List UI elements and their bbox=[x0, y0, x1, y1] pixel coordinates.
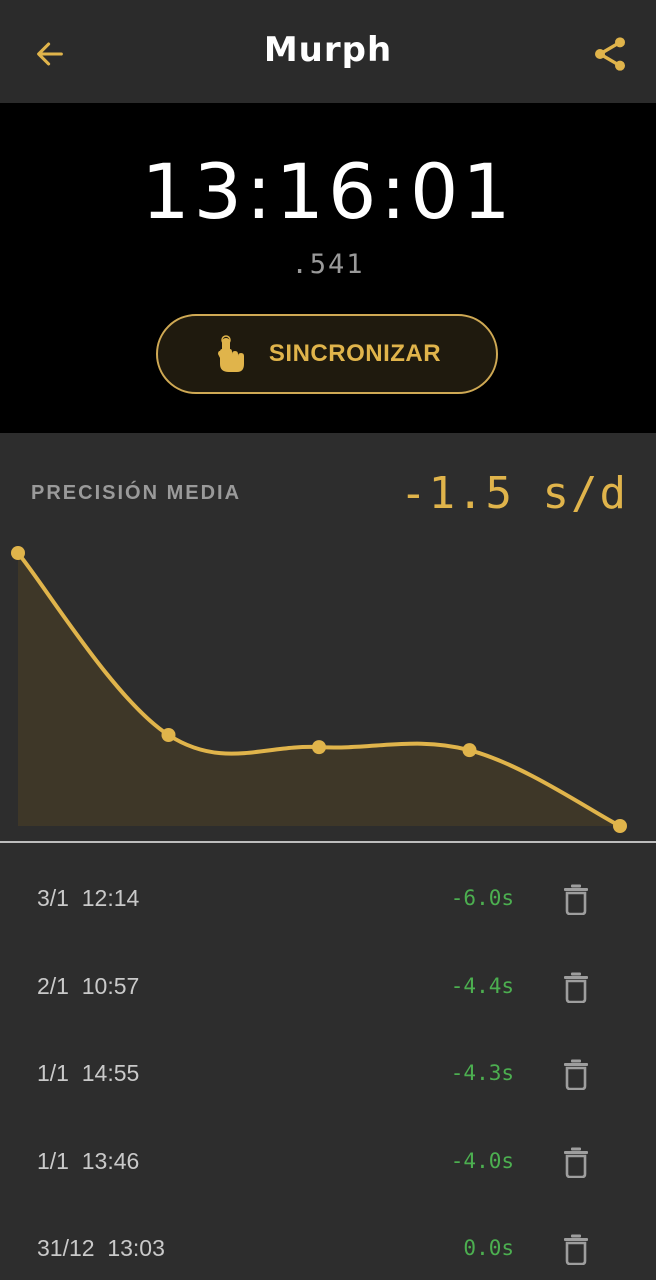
trash-icon bbox=[564, 1059, 588, 1090]
entry-delta: 0.0s bbox=[463, 1236, 514, 1260]
precision-chart bbox=[11, 546, 627, 833]
sync-button[interactable]: SINCRONIZAR bbox=[156, 314, 498, 394]
page-title: Murph bbox=[263, 30, 393, 70]
entry-date: 2/1 10:57 bbox=[37, 972, 140, 999]
trash-icon bbox=[564, 972, 588, 1003]
entry-delta: -4.4s bbox=[450, 973, 514, 998]
entry-date: 1/1 13:46 bbox=[37, 1147, 140, 1174]
entry-delta: -4.0s bbox=[450, 1148, 514, 1173]
entry-date: 31/12 13:03 bbox=[37, 1235, 165, 1261]
divider bbox=[0, 841, 656, 843]
chart-area bbox=[18, 553, 620, 826]
sync-button-label: SINCRONIZAR bbox=[268, 340, 442, 367]
entry-date: 1/1 14:55 bbox=[37, 1060, 140, 1086]
chart-point-3 bbox=[462, 743, 477, 758]
trash-icon bbox=[564, 1147, 588, 1178]
entry-delta: -4.3s bbox=[450, 1061, 514, 1085]
precision-value: -1.5 s/d bbox=[400, 468, 628, 519]
chart-point-4 bbox=[613, 819, 627, 833]
chart-point-0 bbox=[11, 546, 25, 560]
share-button[interactable] bbox=[586, 30, 634, 78]
list-item: 3/1 12:14 -6.0s bbox=[0, 855, 656, 943]
delete-button[interactable] bbox=[562, 1058, 590, 1090]
clock-panel: 13:16:01 .541 SINCRONIZAR bbox=[0, 103, 656, 433]
list-item: 31/12 13:03 0.0s bbox=[0, 1205, 656, 1280]
share-icon bbox=[595, 37, 625, 71]
trash-icon bbox=[564, 884, 588, 915]
delete-button[interactable] bbox=[562, 1146, 590, 1178]
delete-button[interactable] bbox=[562, 971, 590, 1003]
hand-pointer-icon bbox=[217, 335, 244, 372]
trash-icon bbox=[564, 1234, 588, 1265]
app-root: Murph 13:16:01 .541 SINCRONIZAR PRECISIÓ… bbox=[0, 0, 656, 1280]
app-bar: Murph bbox=[0, 0, 656, 103]
list-item: 1/1 13:46 -4.0s bbox=[0, 1118, 656, 1206]
delete-button[interactable] bbox=[562, 1233, 590, 1265]
list-item: 2/1 10:57 -4.4s bbox=[0, 943, 656, 1031]
clock-time: 13:16:01 bbox=[141, 147, 515, 236]
list-item: 1/1 14:55 -4.3s bbox=[0, 1030, 656, 1118]
chart-point-2 bbox=[312, 740, 326, 755]
entries-list: 3/1 12:14 -6.0s 2/1 10:57 -4.4s 1/1 14:55 -4.… bbox=[0, 855, 656, 1280]
delete-button[interactable] bbox=[562, 883, 590, 915]
clock-milliseconds: .541 bbox=[291, 249, 365, 280]
entry-date: 3/1 12:14 bbox=[37, 885, 140, 911]
entry-delta: -6.0s bbox=[450, 886, 514, 910]
precision-label: PRECISIÓN MEDIA bbox=[31, 482, 242, 504]
chart-point-1 bbox=[161, 728, 176, 742]
